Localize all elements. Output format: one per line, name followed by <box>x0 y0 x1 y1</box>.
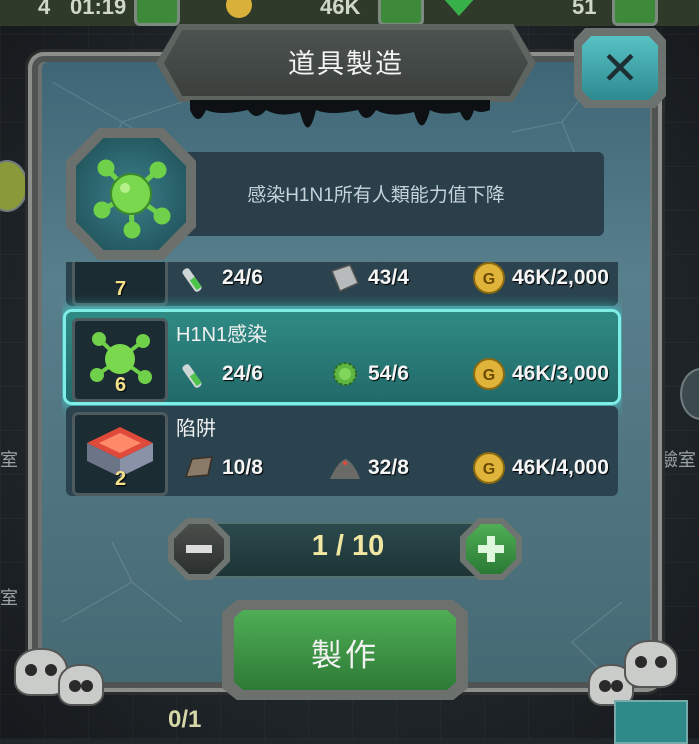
plus-icon[interactable] <box>466 524 516 574</box>
material-amount: 46K/4,000 <box>512 456 609 479</box>
close-icon[interactable]: ✕ <box>582 36 658 100</box>
side-label-left-bottom: 室 <box>0 588 18 608</box>
material-slot: G 46K/4,000 <box>472 450 609 486</box>
hud-gems: 51 <box>572 0 597 19</box>
recipe-icon-slot: 2 <box>72 412 168 496</box>
recipe-name: 陷阱 <box>176 418 216 440</box>
recipe-row-selected[interactable]: 6 H1N1感染 24/6 54/6 G 46K/3,000 <box>66 312 618 402</box>
material-amount: 46K/2,000 <box>512 266 609 289</box>
material-amount: 24/6 <box>222 266 263 289</box>
material-amount: 32/8 <box>368 456 409 479</box>
leather-icon <box>184 456 213 478</box>
paint-drip-decoration <box>190 100 490 128</box>
side-label-right: 驗室 <box>660 450 696 470</box>
virus-icon <box>333 362 357 386</box>
top-hud-bar: 4 01:19 46K 51 <box>0 0 699 26</box>
recipe-count: 7 <box>115 278 127 300</box>
item-description: 感染H1N1所有人類能力值下降 <box>247 185 505 206</box>
recipe-row[interactable]: 2 陷阱 10/8 32/8 G 46K/4,000 <box>66 406 618 496</box>
material-slot: 10/8 <box>182 450 263 486</box>
hud-level: 4 <box>38 0 51 19</box>
dialog-title: 道具製造 <box>288 49 404 79</box>
skull-decoration-left-2 <box>58 664 104 706</box>
hud-plus-button-2[interactable] <box>378 0 424 26</box>
recipe-name: H1N1感染 <box>176 324 268 346</box>
material-slot: 43/4 <box>328 262 409 296</box>
svg-text:G: G <box>483 461 495 478</box>
hud-plus-button-1[interactable] <box>134 0 180 26</box>
svg-text:G: G <box>483 271 495 288</box>
gold-coin-icon: G <box>473 452 505 484</box>
material-slot: 24/6 <box>182 262 263 296</box>
dirt-pile-icon <box>330 459 360 479</box>
quantity-stepper: 1 / 10 <box>168 518 522 580</box>
hud-coin-icon <box>226 0 252 18</box>
recipe-count: 6 <box>115 374 127 396</box>
material-slot: G 46K/3,000 <box>472 356 609 392</box>
material-slot: 32/8 <box>328 450 409 486</box>
material-amount: 24/6 <box>222 362 263 385</box>
material-slot: G 46K/2,000 <box>472 262 609 296</box>
test-tube-icon <box>182 364 202 388</box>
material-amount: 10/8 <box>222 456 263 479</box>
hud-coins: 46K <box>320 0 361 19</box>
recipe-icon-slot: 6 <box>72 318 168 402</box>
selected-item-slot <box>76 138 186 250</box>
virus-icon <box>93 159 171 239</box>
hud-plus-button-3[interactable] <box>612 0 658 26</box>
hud-gem-icon <box>444 0 474 16</box>
material-amount: 46K/3,000 <box>512 362 609 385</box>
svg-text:G: G <box>483 367 495 384</box>
skull-decoration-right-2 <box>624 640 678 688</box>
bottom-menu-button[interactable] <box>614 700 688 744</box>
make-button-label[interactable]: 製作 <box>234 630 456 675</box>
gold-coin-icon: G <box>473 262 505 294</box>
side-label-left-top: 室 <box>0 450 18 470</box>
material-amount: 43/4 <box>368 266 409 289</box>
hud-time: 01:19 <box>70 0 127 19</box>
test-tube-icon <box>182 268 202 292</box>
minus-icon[interactable] <box>174 524 224 574</box>
material-slot: 54/6 <box>328 356 409 392</box>
material-slot: 24/6 <box>182 356 263 392</box>
quantity-value: 1 / 10 <box>311 530 385 562</box>
bottom-progress: 0/1 <box>168 706 202 733</box>
recipe-list[interactable]: 7 24/6 43/4 G 46K/2,000 6 H1N1感染 24/6 54… <box>62 262 622 508</box>
metal-scrap-icon <box>331 264 359 293</box>
recipe-icon-slot: 7 <box>72 262 168 306</box>
gold-coin-icon: G <box>473 358 505 390</box>
recipe-row[interactable]: 7 24/6 43/4 G 46K/2,000 <box>66 262 618 306</box>
material-amount: 54/6 <box>368 362 409 385</box>
recipe-count: 2 <box>115 468 127 490</box>
